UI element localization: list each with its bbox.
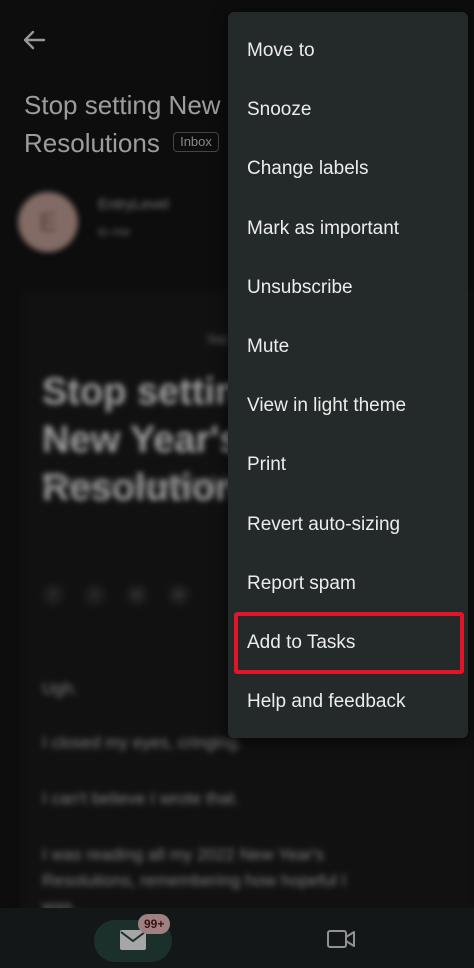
menu-item-help-feedback[interactable]: Help and feedback — [228, 672, 468, 731]
menu-item-revert-auto-sizing[interactable]: Revert auto-sizing — [228, 495, 468, 554]
highlight-box — [234, 612, 464, 674]
menu-item-move-to[interactable]: Move to — [228, 21, 468, 80]
menu-item-mute[interactable]: Mute — [228, 317, 468, 376]
menu-item-snooze[interactable]: Snooze — [228, 80, 468, 139]
menu-item-report-spam[interactable]: Report spam — [228, 554, 468, 613]
menu-item-light-theme[interactable]: View in light theme — [228, 376, 468, 435]
menu-item-mark-important[interactable]: Mark as important — [228, 199, 468, 258]
menu-item-change-labels[interactable]: Change labels — [228, 139, 468, 198]
menu-item-unsubscribe[interactable]: Unsubscribe — [228, 258, 468, 317]
menu-item-print[interactable]: Print — [228, 435, 468, 494]
